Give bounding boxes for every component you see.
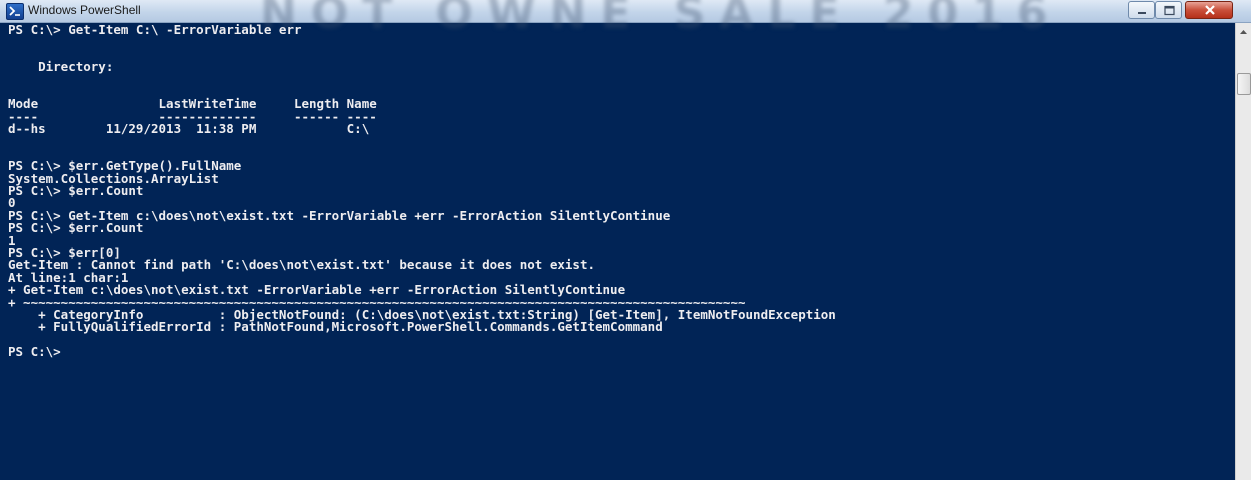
console-line: PS C:\> [8, 344, 61, 360]
powershell-icon [6, 3, 24, 20]
console-line: PS C:\> Get-Item C:\ -ErrorVariable err [8, 24, 302, 37]
minimize-button[interactable] [1128, 1, 1155, 19]
console-line: System.Collections.ArrayList [8, 170, 219, 186]
minimize-icon [1138, 12, 1146, 14]
console-line: PS C:\> $err.Count [8, 183, 144, 199]
window-title: Windows PowerShell [28, 3, 141, 17]
title-bar[interactable]: Windows PowerShell NOT OWNE SALE 2016 [0, 0, 1251, 39]
close-button[interactable] [1185, 1, 1233, 19]
console-line: PS C:\> $err.Count [8, 220, 144, 236]
console-output[interactable]: PS C:\> Get-Item C:\ -ErrorVariable err … [8, 24, 1230, 480]
console-line: Get-Item : Cannot find path 'C:\does\not… [8, 257, 595, 273]
console-line: Directory: [8, 59, 114, 75]
console-line: d--hs 11/29/2013 11:38 PM C:\ [8, 121, 370, 137]
maximize-icon [1164, 5, 1175, 16]
scroll-up-button[interactable] [1236, 23, 1251, 40]
console-line: PS C:\> Get-Item c:\does\not\exist.txt -… [8, 207, 671, 223]
scroll-thumb[interactable] [1237, 73, 1251, 95]
powershell-window: Windows PowerShell NOT OWNE SALE 2016 PS… [0, 0, 1251, 480]
console-line: 1 [8, 232, 16, 248]
close-icon [1205, 5, 1215, 15]
maximize-button[interactable] [1155, 1, 1182, 19]
scroll-up-arrow-icon [1240, 30, 1247, 34]
vertical-scrollbar[interactable] [1235, 23, 1251, 480]
console-line: + FullyQualifiedErrorId : PathNotFound,M… [8, 319, 663, 335]
